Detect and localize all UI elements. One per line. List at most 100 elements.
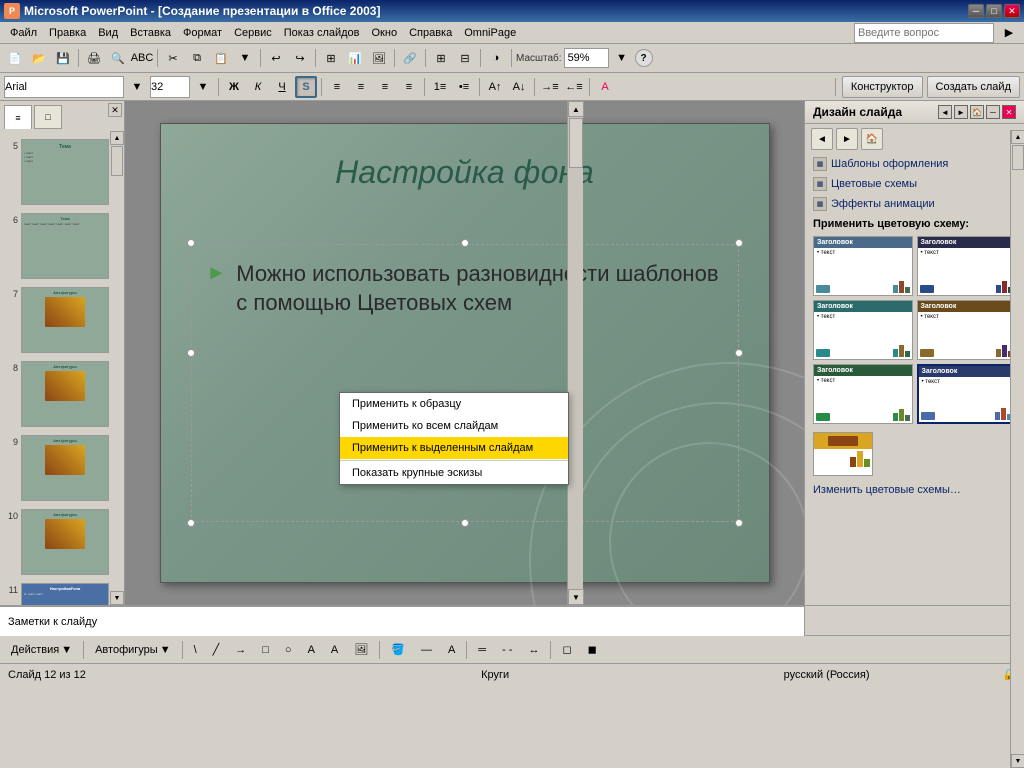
grayscale-button[interactable]: ◑ <box>485 47 507 69</box>
help-search-button[interactable]: ▶ <box>998 22 1020 44</box>
right-panel-scrollbar[interactable]: ▲ ▼ <box>1010 130 1024 768</box>
align-center-button[interactable]: ≡ <box>350 76 372 98</box>
insert-chart-button[interactable]: 📊 <box>344 47 366 69</box>
help-search-input[interactable] <box>854 23 994 43</box>
scheme-3[interactable]: Заголовок • текст <box>813 300 913 360</box>
ctx-apply-all[interactable]: Применить ко всем слайдам <box>340 415 568 437</box>
handle-br[interactable] <box>735 519 743 527</box>
oval-button[interactable]: ○ <box>278 639 299 661</box>
open-button[interactable]: 📂 <box>28 47 50 69</box>
arrow-style-button[interactable]: ↔ <box>521 639 546 661</box>
panel-scrollbar[interactable]: ▲ ▼ <box>110 131 124 605</box>
ctx-apply-master[interactable]: Применить к образцу <box>340 393 568 415</box>
arrow-button[interactable]: → <box>228 639 253 661</box>
insert-clip-button[interactable]: 🖼 <box>368 47 390 69</box>
handle-mr[interactable] <box>735 349 743 357</box>
bullets-button[interactable]: •≡ <box>453 76 475 98</box>
slide-thumb-8[interactable]: 8 Авт.фигуры <box>4 359 120 429</box>
fill-color-button[interactable]: 🪣 <box>384 639 412 661</box>
slide-thumb-9[interactable]: 9 Авт.фигуры <box>4 433 120 503</box>
justify-button[interactable]: ≡ <box>398 76 420 98</box>
decrease-indent-button[interactable]: ←≡ <box>563 76 585 98</box>
font-color-button[interactable]: A <box>594 76 616 98</box>
cut-button[interactable]: ✂ <box>162 47 184 69</box>
preview-button[interactable]: 🔍 <box>107 47 129 69</box>
slide-preview-6[interactable]: Тема текст текст текст текст текст текст… <box>21 213 109 279</box>
tab-outline[interactable]: □ <box>34 105 62 129</box>
font-dropdown[interactable]: ▼ <box>126 76 148 98</box>
scroll-down-button[interactable]: ▼ <box>568 589 584 605</box>
handle-tr[interactable] <box>735 239 743 247</box>
handle-bm[interactable] <box>461 519 469 527</box>
menu-help[interactable]: Справка <box>403 25 458 41</box>
slide-thumb-5[interactable]: 5 Тема • текст• текст• текст <box>4 137 120 207</box>
handle-bl[interactable] <box>187 519 195 527</box>
expand-button[interactable]: ⊞ <box>430 47 452 69</box>
scheme-6[interactable]: Заголовок • текст <box>917 364 1017 424</box>
rect-button[interactable]: □ <box>255 639 276 661</box>
section-animation[interactable]: ▦ Эффекты анимации <box>805 194 1024 214</box>
line-button[interactable]: ╱ <box>206 639 227 661</box>
wordart-button[interactable]: A <box>324 639 345 661</box>
scheme-4[interactable]: Заголовок • текст <box>917 300 1017 360</box>
panel-close-button[interactable]: ✕ <box>108 103 122 117</box>
align-right-button[interactable]: ≡ <box>374 76 396 98</box>
shadow-button[interactable]: S <box>295 76 317 98</box>
notes-input[interactable]: Заметки к слайду <box>0 606 804 636</box>
hyperlink-button[interactable]: 🔗 <box>399 47 421 69</box>
change-schemes-link[interactable]: Изменить цветовые схемы… <box>805 480 1024 500</box>
panel-close-btn[interactable]: ✕ <box>1002 105 1016 119</box>
section-templates[interactable]: ▦ Шаблоны оформления <box>805 154 1024 174</box>
bold-button[interactable]: Ж <box>223 76 245 98</box>
panel-minimize-button[interactable]: ─ <box>986 105 1000 119</box>
ctx-show-large[interactable]: Показать крупные эскизы <box>340 462 568 484</box>
align-left-button[interactable]: ≡ <box>326 76 348 98</box>
tab-slides[interactable]: ≡ <box>4 105 32 129</box>
slide-preview-8[interactable]: Авт.фигуры <box>21 361 109 427</box>
line-style-button[interactable]: ═ <box>471 639 493 661</box>
handle-tm[interactable] <box>461 239 469 247</box>
section-color-schemes[interactable]: ▦ Цветовые схемы <box>805 174 1024 194</box>
menu-tools[interactable]: Сервис <box>228 25 278 41</box>
font-select[interactable] <box>4 76 124 98</box>
menu-slideshow[interactable]: Показ слайдов <box>278 25 366 41</box>
line-color-button[interactable]: — <box>414 639 439 661</box>
create-slide-button[interactable]: Создать слайд <box>927 76 1020 98</box>
menu-file[interactable]: Файл <box>4 25 43 41</box>
slide-thumb-10[interactable]: 10 Авт.фигуры <box>4 507 120 577</box>
dash-style-button[interactable]: - - <box>495 639 519 661</box>
nav-back-button[interactable]: ◄ <box>811 128 833 150</box>
redo-button[interactable]: ↪ <box>289 47 311 69</box>
close-button[interactable]: ✕ <box>1004 4 1020 18</box>
menu-insert[interactable]: Вставка <box>124 25 177 41</box>
slide-preview-5[interactable]: Тема • текст• текст• текст <box>21 139 109 205</box>
menu-format[interactable]: Формат <box>177 25 228 41</box>
decrease-font-button[interactable]: A↓ <box>508 76 530 98</box>
slide-preview-10[interactable]: Авт.фигуры <box>21 509 109 575</box>
new-button[interactable]: 📄 <box>4 47 26 69</box>
menu-omnipage[interactable]: OmniPage <box>458 25 522 41</box>
paste-button[interactable]: 📋 <box>210 47 232 69</box>
menu-window[interactable]: Окно <box>366 25 404 41</box>
bottom-scheme-preview[interactable] <box>813 432 873 476</box>
ctx-apply-selected[interactable]: Применить к выделенным слайдам <box>340 437 568 459</box>
panel-forward-button[interactable]: ► <box>954 105 968 119</box>
handle-tl[interactable] <box>187 239 195 247</box>
zoom-dropdown[interactable]: ▼ <box>611 47 633 69</box>
content-vscrollbar[interactable]: ▲ ▼ <box>567 101 583 605</box>
actions-button[interactable]: Действия ▼ <box>4 639 79 661</box>
menu-view[interactable]: Вид <box>92 25 124 41</box>
cursor-button[interactable]: \ <box>187 639 204 661</box>
panel-home-button[interactable]: 🏠 <box>970 105 984 119</box>
nav-home-button[interactable]: 🏠 <box>861 128 883 150</box>
underline-button[interactable]: Ч <box>271 76 293 98</box>
help-button[interactable]: ? <box>635 49 653 67</box>
shadow-style-button[interactable]: ◻ <box>555 639 578 661</box>
print-button[interactable]: 🖨 <box>83 47 105 69</box>
slide-preview-11[interactable]: НастройкаFона ► текст текст <box>21 583 109 605</box>
increase-font-button[interactable]: A↑ <box>484 76 506 98</box>
slide-thumb-7[interactable]: 7 Авт.фигуры <box>4 285 120 355</box>
maximize-button[interactable]: □ <box>986 4 1002 18</box>
font-color-btn[interactable]: A <box>441 639 462 661</box>
insert-table-button[interactable]: ⊞ <box>320 47 342 69</box>
